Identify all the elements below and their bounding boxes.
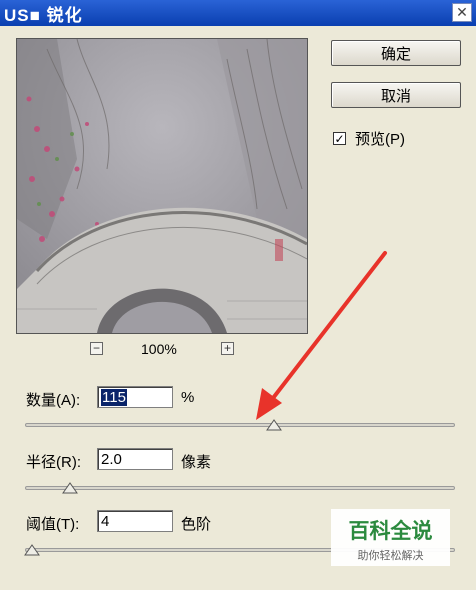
watermark-title: 百科全说: [348, 520, 433, 543]
watermark-subtitle: 助你轻松解决: [357, 550, 424, 562]
annotation-arrow: [256, 251, 387, 420]
watermark-logo: 百科全说 助你轻松解决: [331, 509, 450, 566]
